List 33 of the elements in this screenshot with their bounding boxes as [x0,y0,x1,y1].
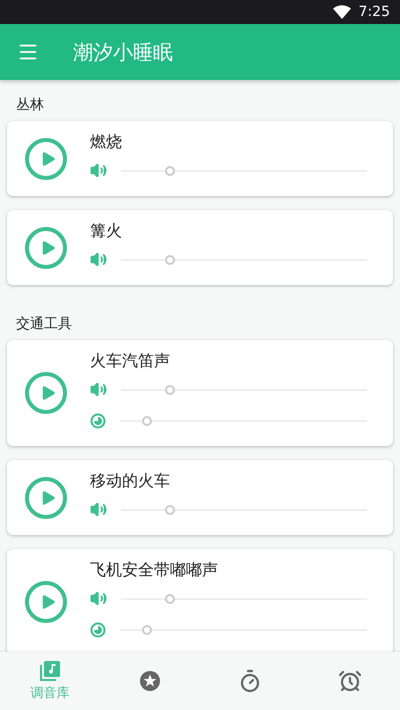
play-button[interactable] [25,476,67,518]
volume-icon [90,590,107,607]
section-title: 交通工具 [15,315,73,334]
play-button[interactable] [25,581,67,623]
nav-tab[interactable]: 调音库 [0,652,100,710]
sound-name: 燃烧 [90,131,123,153]
volume-icon [90,381,107,398]
play-button[interactable] [25,138,67,180]
wifi-icon [332,5,351,19]
slider-thumb[interactable] [165,594,176,604]
section-title: 丛林 [15,96,45,115]
status-time: 7:25 [358,4,390,20]
sound-name: 火车汽笛声 [90,350,171,372]
play-button[interactable] [25,372,67,414]
volume-icon [90,162,107,179]
volume-icon [90,251,107,268]
timer-icon [90,412,106,428]
alarm-clock-icon [338,669,362,693]
play-button[interactable] [25,226,67,268]
stopwatch-icon [238,669,262,693]
sound-name: 篝火 [90,220,123,242]
slider-thumb[interactable] [165,384,176,394]
sound-name: 飞机安全带嘟嘟声 [90,559,219,581]
music-library-icon [39,660,61,682]
slider-thumb[interactable] [165,504,176,514]
sound-name: 移动的火车 [90,470,171,492]
slider-thumb[interactable] [165,166,176,176]
slider-thumb[interactable] [142,416,152,426]
timer-icon [90,622,106,638]
app-title: 潮汐小睡眠 [73,38,173,66]
slider-thumb[interactable] [142,624,152,634]
slider-thumb[interactable] [165,254,176,264]
volume-icon [90,501,107,518]
